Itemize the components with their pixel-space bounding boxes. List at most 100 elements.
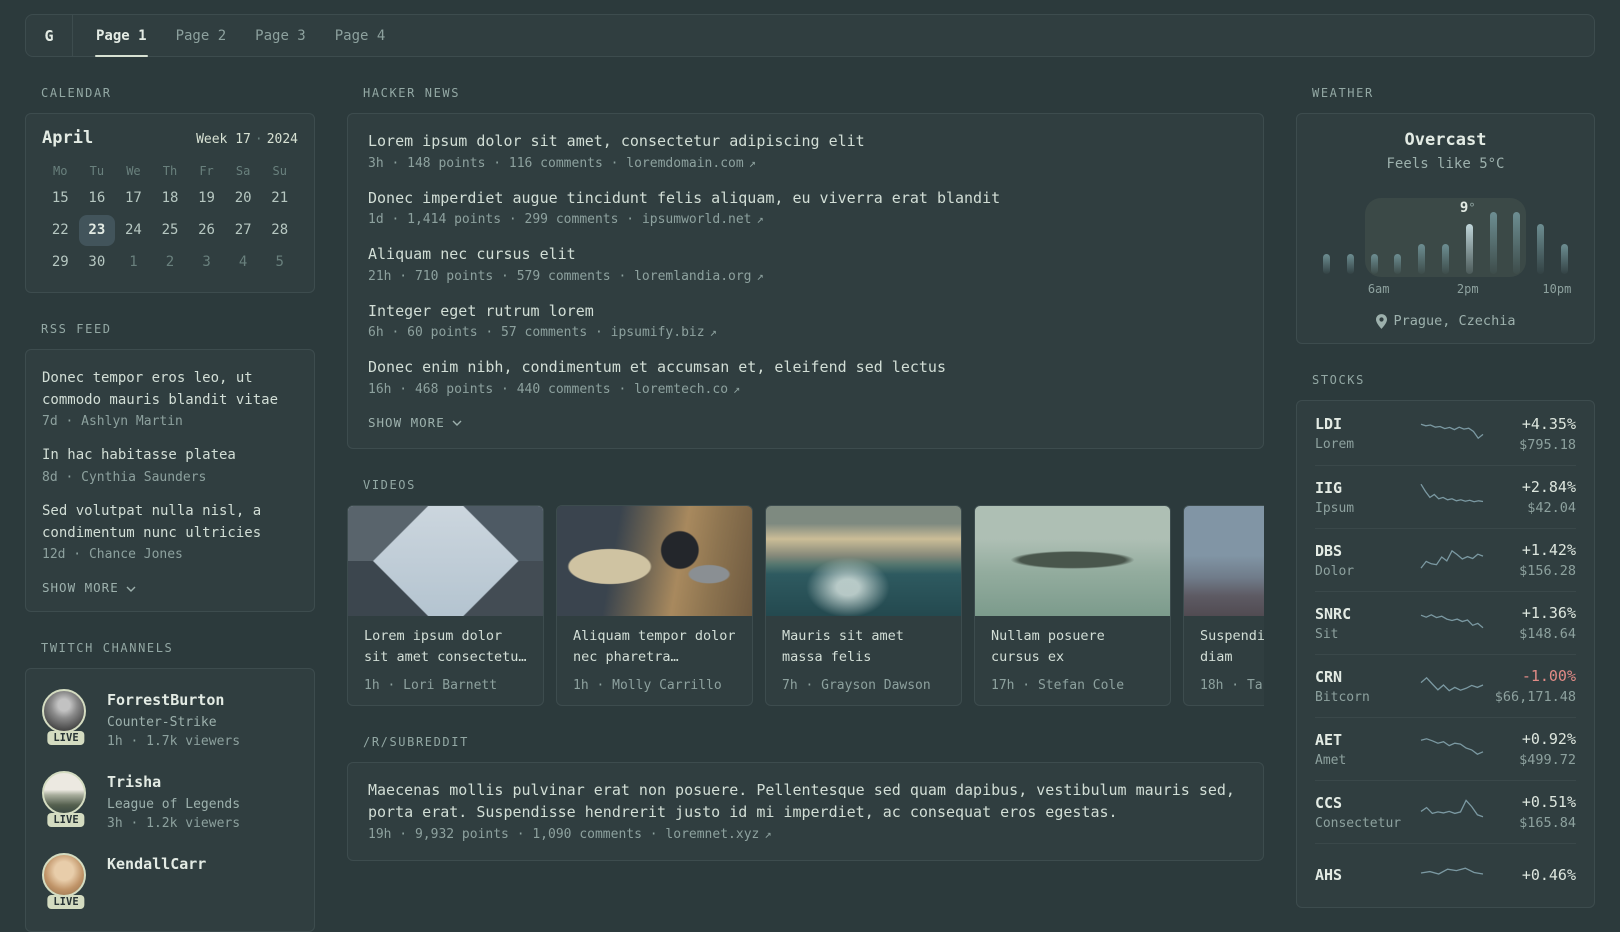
tab-page-3[interactable]: Page 3 <box>255 15 306 56</box>
dashboard-columns: CALENDAR April Week 17 · 2024 Mo Tu We Th Fr Sa… <box>25 86 1595 932</box>
twitch-avatar-wrap: LIVE <box>42 853 90 911</box>
weather-feels-like: Feels like 5°C <box>1386 156 1505 172</box>
video-title: Lorem ipsum dolor sit amet consectetu… <box>364 627 527 666</box>
stock-row[interactable]: CCS Consectetur +0.51% $165.84 <box>1315 780 1576 843</box>
stock-symbol: AHS <box>1315 866 1343 884</box>
stock-sparkline-wrap <box>1419 733 1485 765</box>
subreddit-item-domain-link[interactable]: loremnet.xyz <box>665 827 759 842</box>
hackernews-item-meta-text: 21h · 710 points · 579 comments · <box>368 268 635 284</box>
video-card[interactable]: Suspendisse posuere diam 18h · Tara <box>1183 504 1264 706</box>
calendar-month: April <box>42 128 94 148</box>
rss-item-meta: 7d · Ashlyn Martin <box>42 414 183 430</box>
hackernews-item-title[interactable]: Aliquam nec cursus elit <box>368 243 1243 266</box>
stock-row[interactable]: AET Amet +0.92% $499.72 <box>1315 717 1576 780</box>
rss-item-title[interactable]: Donec tempor eros leo, ut commodo mauris… <box>42 368 298 411</box>
stock-row[interactable]: DBS Dolor +1.42% $156.28 <box>1315 528 1576 591</box>
stock-price: $165.84 <box>1519 815 1576 831</box>
calendar-day-header: Tu <box>89 164 105 178</box>
hackernews-item-meta-text: 16h · 468 points · 440 comments · <box>368 381 635 397</box>
calendar-day-header: Su <box>272 164 287 178</box>
video-card[interactable]: Aliquam tempor dolor nec pharetra… 1h · M… <box>556 504 753 706</box>
stock-sparkline <box>1420 738 1484 755</box>
rss-item-title[interactable]: Sed volutpat nulla nisl, a condimentum n… <box>42 501 298 544</box>
hackernews-item: Lorem ipsum dolor sit amet, consectetur … <box>368 130 1243 171</box>
hackernews-item-domain-link[interactable]: ipsumworld.net <box>642 212 752 227</box>
calendar-day: 29 <box>51 254 69 270</box>
weather-condition: Overcast <box>1404 130 1487 150</box>
stock-row[interactable]: AHS +0.46% <box>1315 843 1576 906</box>
twitch-channel-name[interactable]: ForrestBurton <box>107 691 240 709</box>
weather-location: Prague, Czechia <box>1315 313 1576 329</box>
tab-page-4[interactable]: Page 4 <box>335 15 386 56</box>
calendar-day: 25 <box>161 222 179 238</box>
stock-change: -1.00% <box>1521 667 1576 685</box>
stock-values-block: +1.42% $156.28 <box>1519 541 1576 579</box>
app-logo[interactable]: G <box>26 15 73 56</box>
twitch-channel-row[interactable]: LIVE ForrestBurton Counter-Strike 1h · 1.7k… <box>42 689 298 749</box>
hackernews-item-title[interactable]: Integer eget rutrum lorem <box>368 300 1243 323</box>
stock-sparkline-wrap <box>1419 607 1485 639</box>
external-link-icon: ↗ <box>709 325 717 339</box>
twitch-channel-row[interactable]: LIVE Trisha League of Legends 3h · 1.2k vie… <box>42 771 298 831</box>
external-link-icon: ↗ <box>756 268 764 283</box>
stock-row[interactable]: CRN Bitcorn -1.00% $66,171.48 <box>1315 654 1576 717</box>
video-card-body: Suspendisse posuere diam 18h · Tara <box>1184 616 1264 705</box>
stock-row[interactable]: LDI Lorem +4.35% $795.18 <box>1315 402 1576 465</box>
twitch-channel-row[interactable]: LIVE KendallCarr <box>42 853 298 911</box>
stock-symbol: IIG <box>1315 478 1343 497</box>
twitch-card: LIVE ForrestBurton Counter-Strike 1h · 1.7k… <box>25 668 315 932</box>
tab-page-1[interactable]: Page 1 <box>95 15 148 57</box>
video-card[interactable]: Nullam posuere cursus ex 17h · Stefan Col… <box>974 504 1171 706</box>
hackernews-card: Lorem ipsum dolor sit amet, consectetur … <box>347 113 1264 449</box>
hackernews-list: Lorem ipsum dolor sit amet, consectetur … <box>368 130 1243 397</box>
twitch-channel-info: ForrestBurton Counter-Strike 1h · 1.7k vie… <box>107 689 240 749</box>
hackernews-item: Donec imperdiet augue tincidunt felis al… <box>368 187 1243 228</box>
calendar-day-header: Sa <box>235 164 251 178</box>
stock-name: Consectetur <box>1315 815 1402 831</box>
video-meta: 1h · Molly Carrillo <box>573 677 722 693</box>
weather-hour-bar <box>1394 254 1402 274</box>
video-card[interactable]: Mauris sit amet massa felis 7h · Grayson … <box>765 504 962 706</box>
stock-price: $499.72 <box>1519 752 1576 768</box>
stock-sparkline <box>1420 423 1484 439</box>
main-column: HACKER NEWS Lorem ipsum dolor sit amet, … <box>347 86 1264 861</box>
stock-values-block: -1.00% $66,171.48 <box>1495 667 1576 705</box>
subreddit-item-title[interactable]: Maecenas mollis pulvinar erat non posuer… <box>368 779 1243 824</box>
stock-price: $66,171.48 <box>1494 689 1576 705</box>
hackernews-item-title[interactable]: Lorem ipsum dolor sit amet, consectetur … <box>368 130 1243 153</box>
stock-symbol: SNRC <box>1315 604 1352 623</box>
video-meta: 7h · Grayson Dawson <box>782 677 931 693</box>
stock-row[interactable]: SNRC Sit +1.36% $148.64 <box>1315 591 1576 654</box>
rss-item-title[interactable]: In hac habitasse platea <box>42 445 298 467</box>
rss-item: In hac habitasse platea 8d · Cynthia Saun… <box>42 445 298 485</box>
hackernews-item-title[interactable]: Donec imperdiet augue tincidunt felis al… <box>368 187 1243 210</box>
live-badge: LIVE <box>47 895 85 910</box>
hackernews-item-domain-link[interactable]: ipsumify.biz <box>611 325 705 340</box>
hackernews-show-more-button[interactable]: SHOW MORE <box>368 415 1243 430</box>
stock-values-block: +0.51% $165.84 <box>1519 793 1576 831</box>
calendar-day: 1 <box>129 254 138 270</box>
hackernews-widget: HACKER NEWS Lorem ipsum dolor sit amet, … <box>347 86 1264 449</box>
stock-sparkline-wrap <box>1419 859 1485 891</box>
twitch-channel-name[interactable]: KendallCarr <box>107 855 206 873</box>
twitch-channel-name[interactable]: Trisha <box>107 773 240 791</box>
hackernews-item-domain-link[interactable]: loremlandia.org <box>634 269 751 284</box>
hackernews-item-domain-link[interactable]: loremtech.co <box>634 382 728 397</box>
hackernews-item-domain-link[interactable]: loremdomain.com <box>626 156 743 171</box>
stock-values-block: +2.84% $42.04 <box>1522 478 1576 516</box>
rss-show-more-button[interactable]: SHOW MORE <box>42 580 298 595</box>
weather-hourly-chart: 9° <box>1323 198 1568 277</box>
stock-row[interactable]: IIG Ipsum +2.84% $42.04 <box>1315 465 1576 528</box>
subreddit-widget-title: /R/SUBREDDIT <box>363 734 469 749</box>
calendar-day: 3 <box>202 254 211 270</box>
stock-sparkline-wrap <box>1419 481 1485 513</box>
tab-page-2[interactable]: Page 2 <box>176 15 227 56</box>
weather-widget-title: WEATHER <box>1312 86 1374 100</box>
video-card[interactable]: Lorem ipsum dolor sit amet consectetu… 1h… <box>347 504 544 706</box>
weather-hour-label: 6am <box>1367 282 1390 296</box>
hackernews-item-title[interactable]: Donec enim nibh, condimentum et accumsan… <box>368 356 1243 379</box>
videos-row: Lorem ipsum dolor sit amet consectetu… 1h… <box>347 504 1264 706</box>
stock-symbol-block: CRN Bitcorn <box>1315 668 1419 705</box>
stock-sparkline <box>1420 676 1484 692</box>
calendar-widget-title: CALENDAR <box>41 86 112 100</box>
